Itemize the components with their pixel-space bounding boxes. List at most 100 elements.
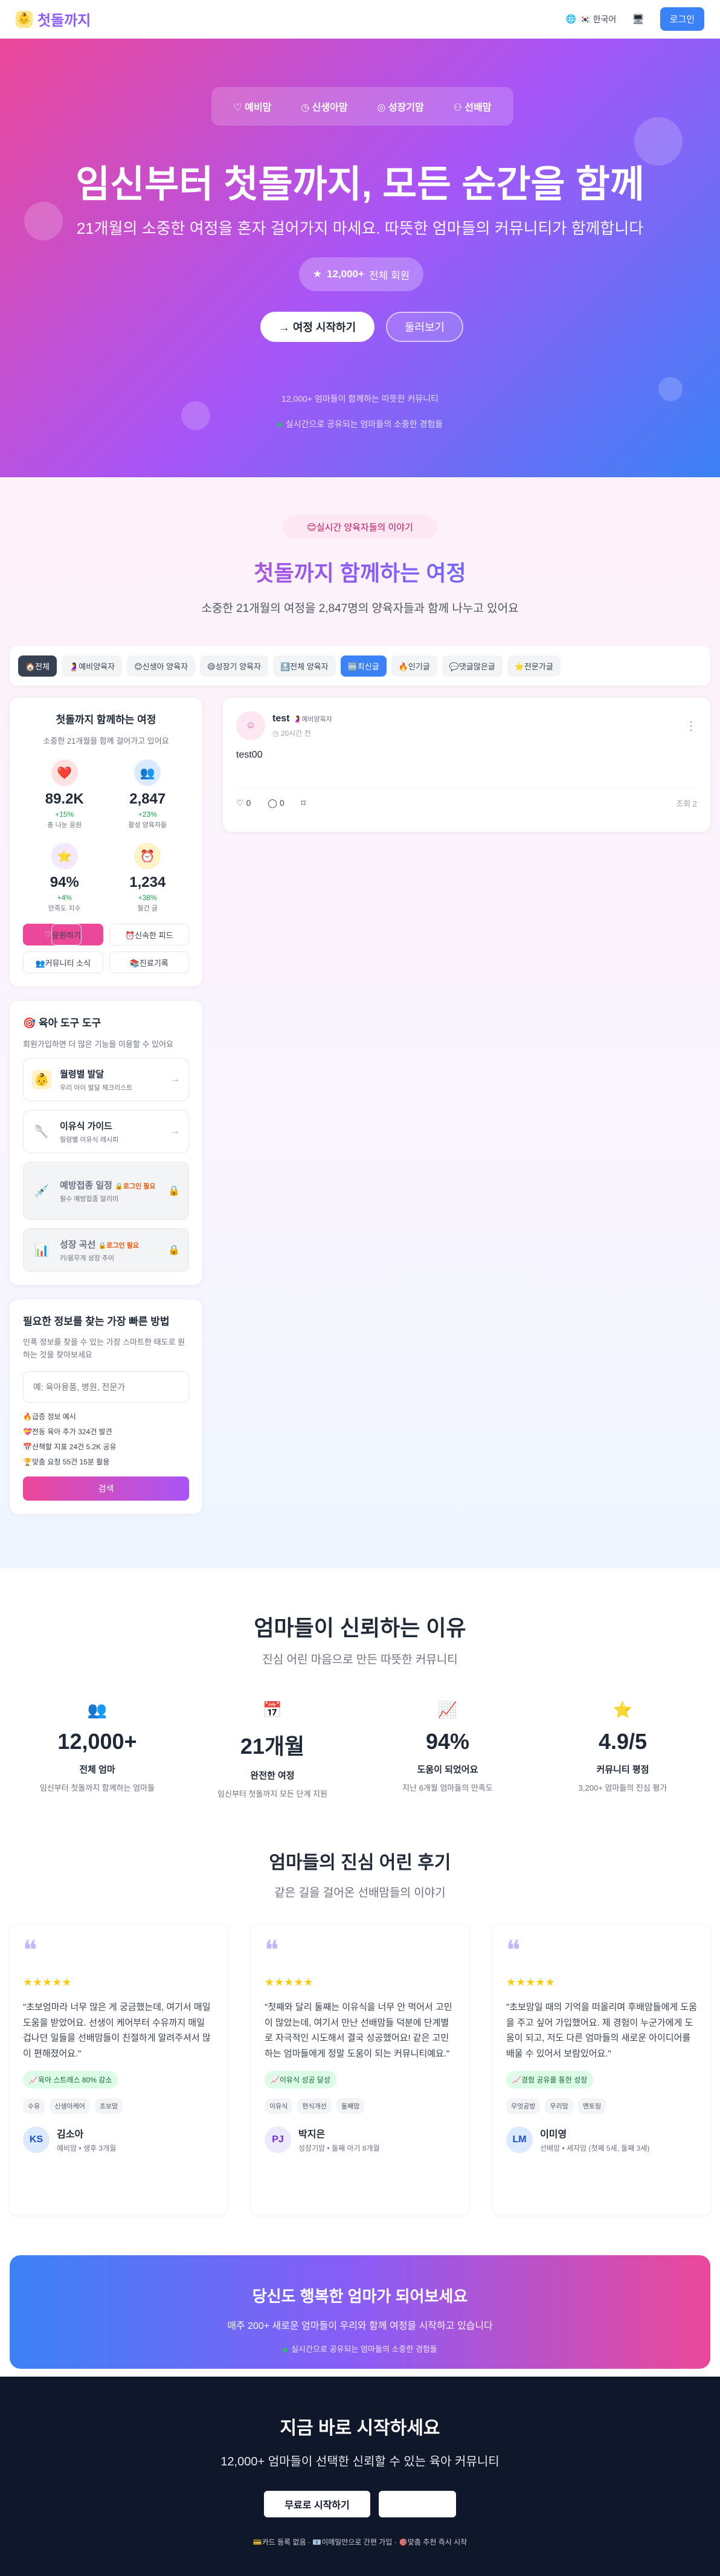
live-dot-icon [277, 422, 282, 428]
search-input[interactable] [23, 1371, 189, 1403]
filter-most-comments[interactable]: 💬댓글많은글 [442, 655, 503, 677]
search-title: 필요한 정보를 찾는 가장 빠른 방법 [23, 1316, 170, 1327]
parenting-tools-card: 🎯 육아 도구 도구 회원가입하면 더 많은 기능을 이용할 수 있어요 👶 월… [10, 1001, 202, 1285]
star-icon: ★ [312, 268, 322, 280]
footer-title: 지금 바로 시작하세요 [280, 2418, 440, 2438]
trend-title: 🔥급증 정보 예시 [23, 1412, 76, 1421]
footer-subtitle: 12,000+ 엄마들이 선택한 신뢰할 수 있는 육아 커뮤니티 [220, 2455, 500, 2468]
footer-bullets: 💳카드 등록 없음 · 📧이메일만으로 간편 가입 · 🎯맞춤 추천 즉시 시작 [252, 2538, 468, 2546]
browse-button[interactable]: 둘러보기 [386, 312, 463, 342]
tab-newborn[interactable]: ◷ 신생아맘 [301, 99, 347, 114]
live-dot-icon [283, 2347, 288, 2352]
journey-section: 😊실시간 양육자들의 이야기 첫돌까지 함께하는 여정 소중한 21개월의 여정… [0, 477, 720, 1568]
arrow-right-icon: → [170, 1126, 180, 1136]
tool-baby-food[interactable]: 🥄 이유식 가이드 월령별 이유식 레시피 → [23, 1110, 189, 1153]
spoon-icon: 🥄 [32, 1122, 51, 1141]
post-time: ◷ 20시간 전 [272, 729, 311, 738]
banner-desc: 매주 200+ 새로운 엄마들이 우리와 함께 여정을 시작하고 있습니다 [227, 2321, 493, 2331]
rating-stars: ★★★★★ [506, 1976, 555, 1988]
tool-vaccination[interactable]: 💉 예방접종 일정 🔒로그인 필요 필수 예방접종 알리미 🔒 [23, 1162, 189, 1220]
banner-note: 실시간으로 공유되는 엄마들의 소중한 경험들 [10, 2343, 710, 2354]
review-card: ❝ ★★★★★ "초보엄마라 너무 많은 게 궁금했는데, 여기서 매일 도움을… [10, 1924, 227, 2215]
language-selector[interactable]: 🌐 🇰🇷 한국어 [566, 13, 616, 25]
trust-title: 엄마들이 신뢰하는 이유 [254, 1615, 466, 1640]
chart-icon: 📊 [34, 1243, 50, 1257]
language-label: 🇰🇷 한국어 [580, 14, 617, 24]
rating-stars: ★★★★★ [23, 1976, 72, 1988]
footer-cta: 지금 바로 시작하세요 12,000+ 엄마들이 선택한 신뢰할 수 있는 육아… [0, 2377, 720, 2576]
hero-title: 임신부터 첫돌까지, 모든 순간을 함께 [76, 164, 644, 205]
trust-stat: 👥 12,000+ 전체 엄마 임신부터 첫돌까지 함께하는 엄마들 [19, 1701, 176, 1799]
trust-stat: ⭐ 4.9/5 커뮤니티 평점 3,200+ 엄마들의 진심 평가 [544, 1701, 701, 1799]
syringe-icon: 💉 [34, 1184, 50, 1198]
search-button[interactable]: 검색 [23, 1476, 189, 1501]
quote-icon: ❝ [506, 1936, 521, 1965]
trend-item[interactable]: 💝전동 육아 추가 324건 발견 [23, 1426, 189, 1437]
member-count-badge: ★ 12,000+ 전체 회원 [299, 257, 423, 291]
review-text: "첫째와 달리 둘째는 이유식을 너무 안 먹어서 고민이 많았는데, 여기서 … [265, 2002, 452, 2059]
review-card: ❝ ★★★★★ "초보맘일 때의 기억을 떠올리며 후배맘들에게 도움을 주고 … [493, 1924, 710, 2215]
post-body: test00 [236, 750, 263, 760]
view-count: 조회 2 [676, 799, 697, 808]
quick-search-card: 필요한 정보를 찾는 가장 빠른 방법 인폭 정보를 찾을 수 있는 가장 스마… [10, 1299, 202, 1514]
logo-text: 첫돌까지 [37, 13, 91, 29]
stats-card-title: 첫돌까지 함께하는 여정 [56, 714, 156, 726]
quote-icon: ❝ [23, 1936, 37, 1965]
star-icon: ⭐ [612, 1701, 633, 1719]
quick-feed-button[interactable]: ⏰신속한 피드 [109, 924, 189, 945]
users-icon: 👥 [134, 759, 161, 786]
avatar: KS [23, 2126, 50, 2153]
start-journey-button[interactable]: → 여정 시작하기 [260, 312, 374, 342]
tool-growth-curve[interactable]: 📊 성장 곡선 🔒로그인 필요 키/몸무게 성장 추이 🔒 [23, 1228, 189, 1272]
site-logo[interactable]: 👶 첫돌까지 [16, 8, 91, 30]
avatar: LM [506, 2126, 533, 2153]
reviews-title: 엄마들의 진심 어린 후기 [269, 1853, 451, 1873]
trend-item[interactable]: 🏆맞춤 요청 55건 15분 활용 [23, 1457, 189, 1467]
stat-cheers: ❤️ 89.2K +15% 총 나눈 응원 [23, 759, 106, 829]
globe-icon: 🌐 [565, 14, 577, 24]
free-start-button[interactable]: 무료로 시작하기 [264, 2491, 370, 2517]
hero-live-note: 실시간으로 공유되는 엄마들의 소중한 경험들 [0, 418, 720, 430]
more-options-icon[interactable]: ⋮ [685, 718, 697, 733]
trend-item[interactable]: 📅산책할 지표 24건 5.2K 공유 [23, 1441, 189, 1452]
tools-title: 🎯 육아 도구 도구 [23, 1017, 101, 1029]
filter-growing[interactable]: 😄성장기 양육자 [200, 655, 268, 677]
post-card[interactable]: ☺ test 🤰예비양육자 ◷ 20시간 전 ⋮ test00 ♡ 0 ◯ 0 ⌑… [223, 698, 710, 832]
review-card: ❝ ★★★★★ "첫째와 달리 둘째는 이유식을 너무 안 먹어서 고민이 많았… [251, 1924, 469, 2215]
reviews-subtitle: 같은 길을 걸어온 선배맘들의 이야기 [274, 1887, 446, 1899]
users-icon: 👥 [87, 1701, 108, 1719]
secondary-button[interactable] [379, 2491, 456, 2517]
login-button[interactable]: 로그인 [660, 7, 704, 31]
journey-stats-card: 첫돌까지 함께하는 여정 소중한 21개월을 함께 걸어가고 있어요 ❤️ 89… [10, 698, 202, 987]
lock-icon: 🔒 [168, 1186, 180, 1196]
tool-development[interactable]: 👶 월령별 발달 우리 아이 발달 체크리스트 → [23, 1058, 189, 1101]
filter-expert[interactable]: ⭐전문가글 [507, 655, 561, 677]
top-nav: 👶 첫돌까지 🌐 🇰🇷 한국어 🖥 로그인 [0, 0, 720, 39]
medical-records-button[interactable]: 📚진료기록 [109, 952, 189, 973]
review-tag: 편식개선 [297, 2098, 332, 2114]
author-badge: 🤰예비양육자 [293, 715, 332, 723]
trust-stat: 📈 94% 도움이 되었어요 지난 6개월 엄마들의 만족도 [369, 1701, 526, 1799]
stats-card-subtitle: 소중한 21개월을 함께 걸어가고 있어요 [43, 736, 169, 745]
filter-popular[interactable]: 🔥인기글 [391, 655, 437, 677]
monitor-icon[interactable]: 🖥 [632, 13, 644, 25]
cheer-button[interactable]: ♡ 응원하기 [23, 924, 103, 945]
filter-all[interactable]: 🏠전체 [18, 655, 57, 677]
filter-expecting[interactable]: 🤰예비양육자 [62, 655, 123, 677]
filter-all-parents[interactable]: 🔝전체 양육자 [272, 655, 336, 677]
filter-latest[interactable]: 🆕최신글 [340, 655, 387, 677]
comment-button[interactable]: ◯ 0 [268, 798, 284, 808]
review-text: "초보엄마라 너무 많은 게 궁금했는데, 여기서 매일 도움을 받았어요. 선… [23, 2002, 211, 2059]
tab-senior[interactable]: ⚇ 선배맘 [454, 99, 492, 114]
filter-newborn[interactable]: 😊신생아 양육자 [127, 655, 196, 677]
tab-growing[interactable]: ◎ 성장기맘 [377, 99, 423, 114]
tab-expecting[interactable]: ♡ 예비맘 [233, 99, 271, 114]
quote-icon: ❝ [265, 1936, 279, 1965]
trust-stat: 📅 21개월 완전한 여정 임신부터 첫돌까지 모든 단계 지원 [194, 1701, 351, 1799]
bookmark-icon[interactable]: ⌑ [301, 798, 306, 808]
avatar: PJ [265, 2126, 291, 2153]
community-news-button[interactable]: 👥커뮤니티 소식 [23, 952, 103, 973]
audience-tabs: ♡ 예비맘 ◷ 신생아맘 ◎ 성장기맘 ⚇ 선배맘 [211, 87, 513, 126]
like-button[interactable]: ♡ 0 [236, 798, 251, 808]
rating-stars: ★★★★★ [265, 1976, 313, 1988]
